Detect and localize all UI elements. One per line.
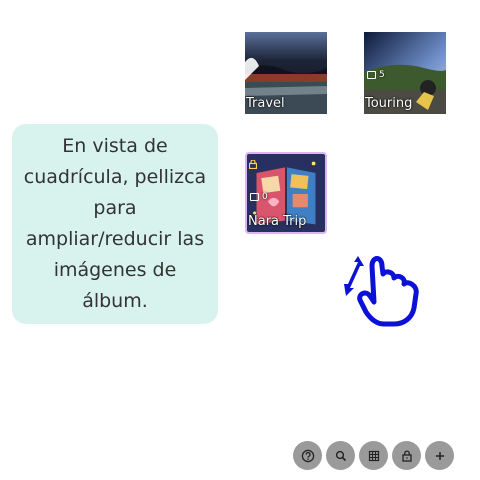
album-name: Nara Trip: [248, 214, 307, 229]
help-icon: [301, 449, 314, 462]
grid-view-icon: [368, 450, 379, 461]
pinch-hint-text: En vista de cuadrícula, pellizca para am…: [23, 135, 207, 312]
help-button[interactable]: [293, 441, 322, 470]
album-tile-nara-trip[interactable]: 0 Nara Trip: [245, 152, 327, 234]
add-button[interactable]: [425, 441, 454, 470]
photo-count: 5: [367, 70, 385, 80]
lock-icon: [401, 449, 412, 462]
lock-button[interactable]: [392, 441, 421, 470]
image-icon: [250, 193, 259, 201]
lock-icon: [249, 160, 257, 169]
bottom-toolbar: [293, 441, 454, 470]
pinch-hint-card: En vista de cuadrícula, pellizca para am…: [12, 124, 218, 324]
album-tile-touring[interactable]: 5 Touring: [364, 32, 446, 114]
grid-view-button[interactable]: [359, 441, 388, 470]
image-icon: [367, 71, 376, 79]
album-tile-travel[interactable]: Travel: [245, 32, 327, 114]
photo-count: 0: [250, 192, 268, 202]
add-icon: [435, 451, 444, 460]
album-name: Touring: [365, 96, 413, 111]
album-name: Travel: [246, 96, 285, 111]
search-icon: [335, 450, 346, 461]
search-button[interactable]: [326, 441, 355, 470]
pinch-gesture-icon: [344, 256, 419, 327]
